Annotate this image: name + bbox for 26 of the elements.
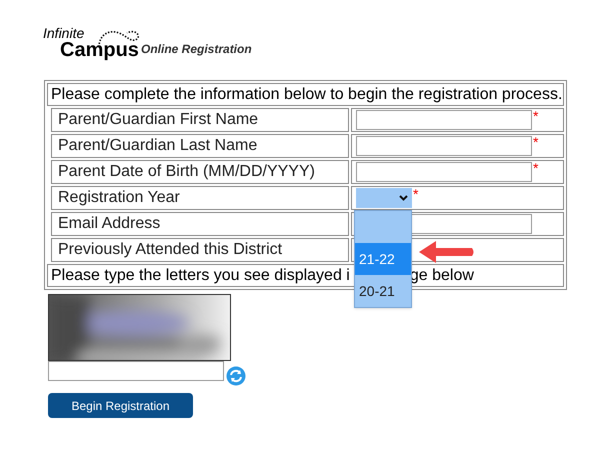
dropdown-option[interactable]: 21-22	[355, 243, 411, 275]
field-label: Parent/Guardian Last Name	[51, 134, 349, 158]
logo-subtitle: Online Registration	[141, 41, 252, 58]
logo-text: Campus	[60, 40, 139, 60]
input-field[interactable]	[356, 110, 532, 130]
instruction-text: Please type the letters you see displayed i	[51, 266, 350, 286]
required-mark: *	[533, 161, 538, 175]
input-field[interactable]	[356, 162, 532, 182]
required-mark: *	[533, 109, 538, 123]
dropdown-option[interactable]: 20-21	[355, 275, 411, 307]
field-label: Previously Attended this District	[51, 238, 349, 262]
intro-text: Please complete the information below to begin the registration process.	[47, 83, 564, 106]
captcha-input[interactable]	[48, 361, 224, 381]
field-label: Parent/Guardian First Name	[51, 108, 349, 132]
logo-text: Infinite	[43, 26, 84, 40]
select-field[interactable]	[356, 188, 412, 208]
field-label: Email Address	[51, 212, 349, 236]
begin-registration-button[interactable]: Begin Registration	[48, 393, 193, 418]
required-mark: *	[413, 187, 418, 201]
input-field[interactable]	[356, 136, 532, 156]
field-label: Parent Date of Birth (MM/DD/YYYY)	[51, 160, 349, 184]
required-mark: *	[533, 135, 538, 149]
refresh-icon[interactable]	[226, 366, 246, 386]
arrow-icon	[418, 240, 476, 264]
chevron-icon	[399, 195, 408, 201]
field-label: Registration Year	[51, 186, 349, 210]
